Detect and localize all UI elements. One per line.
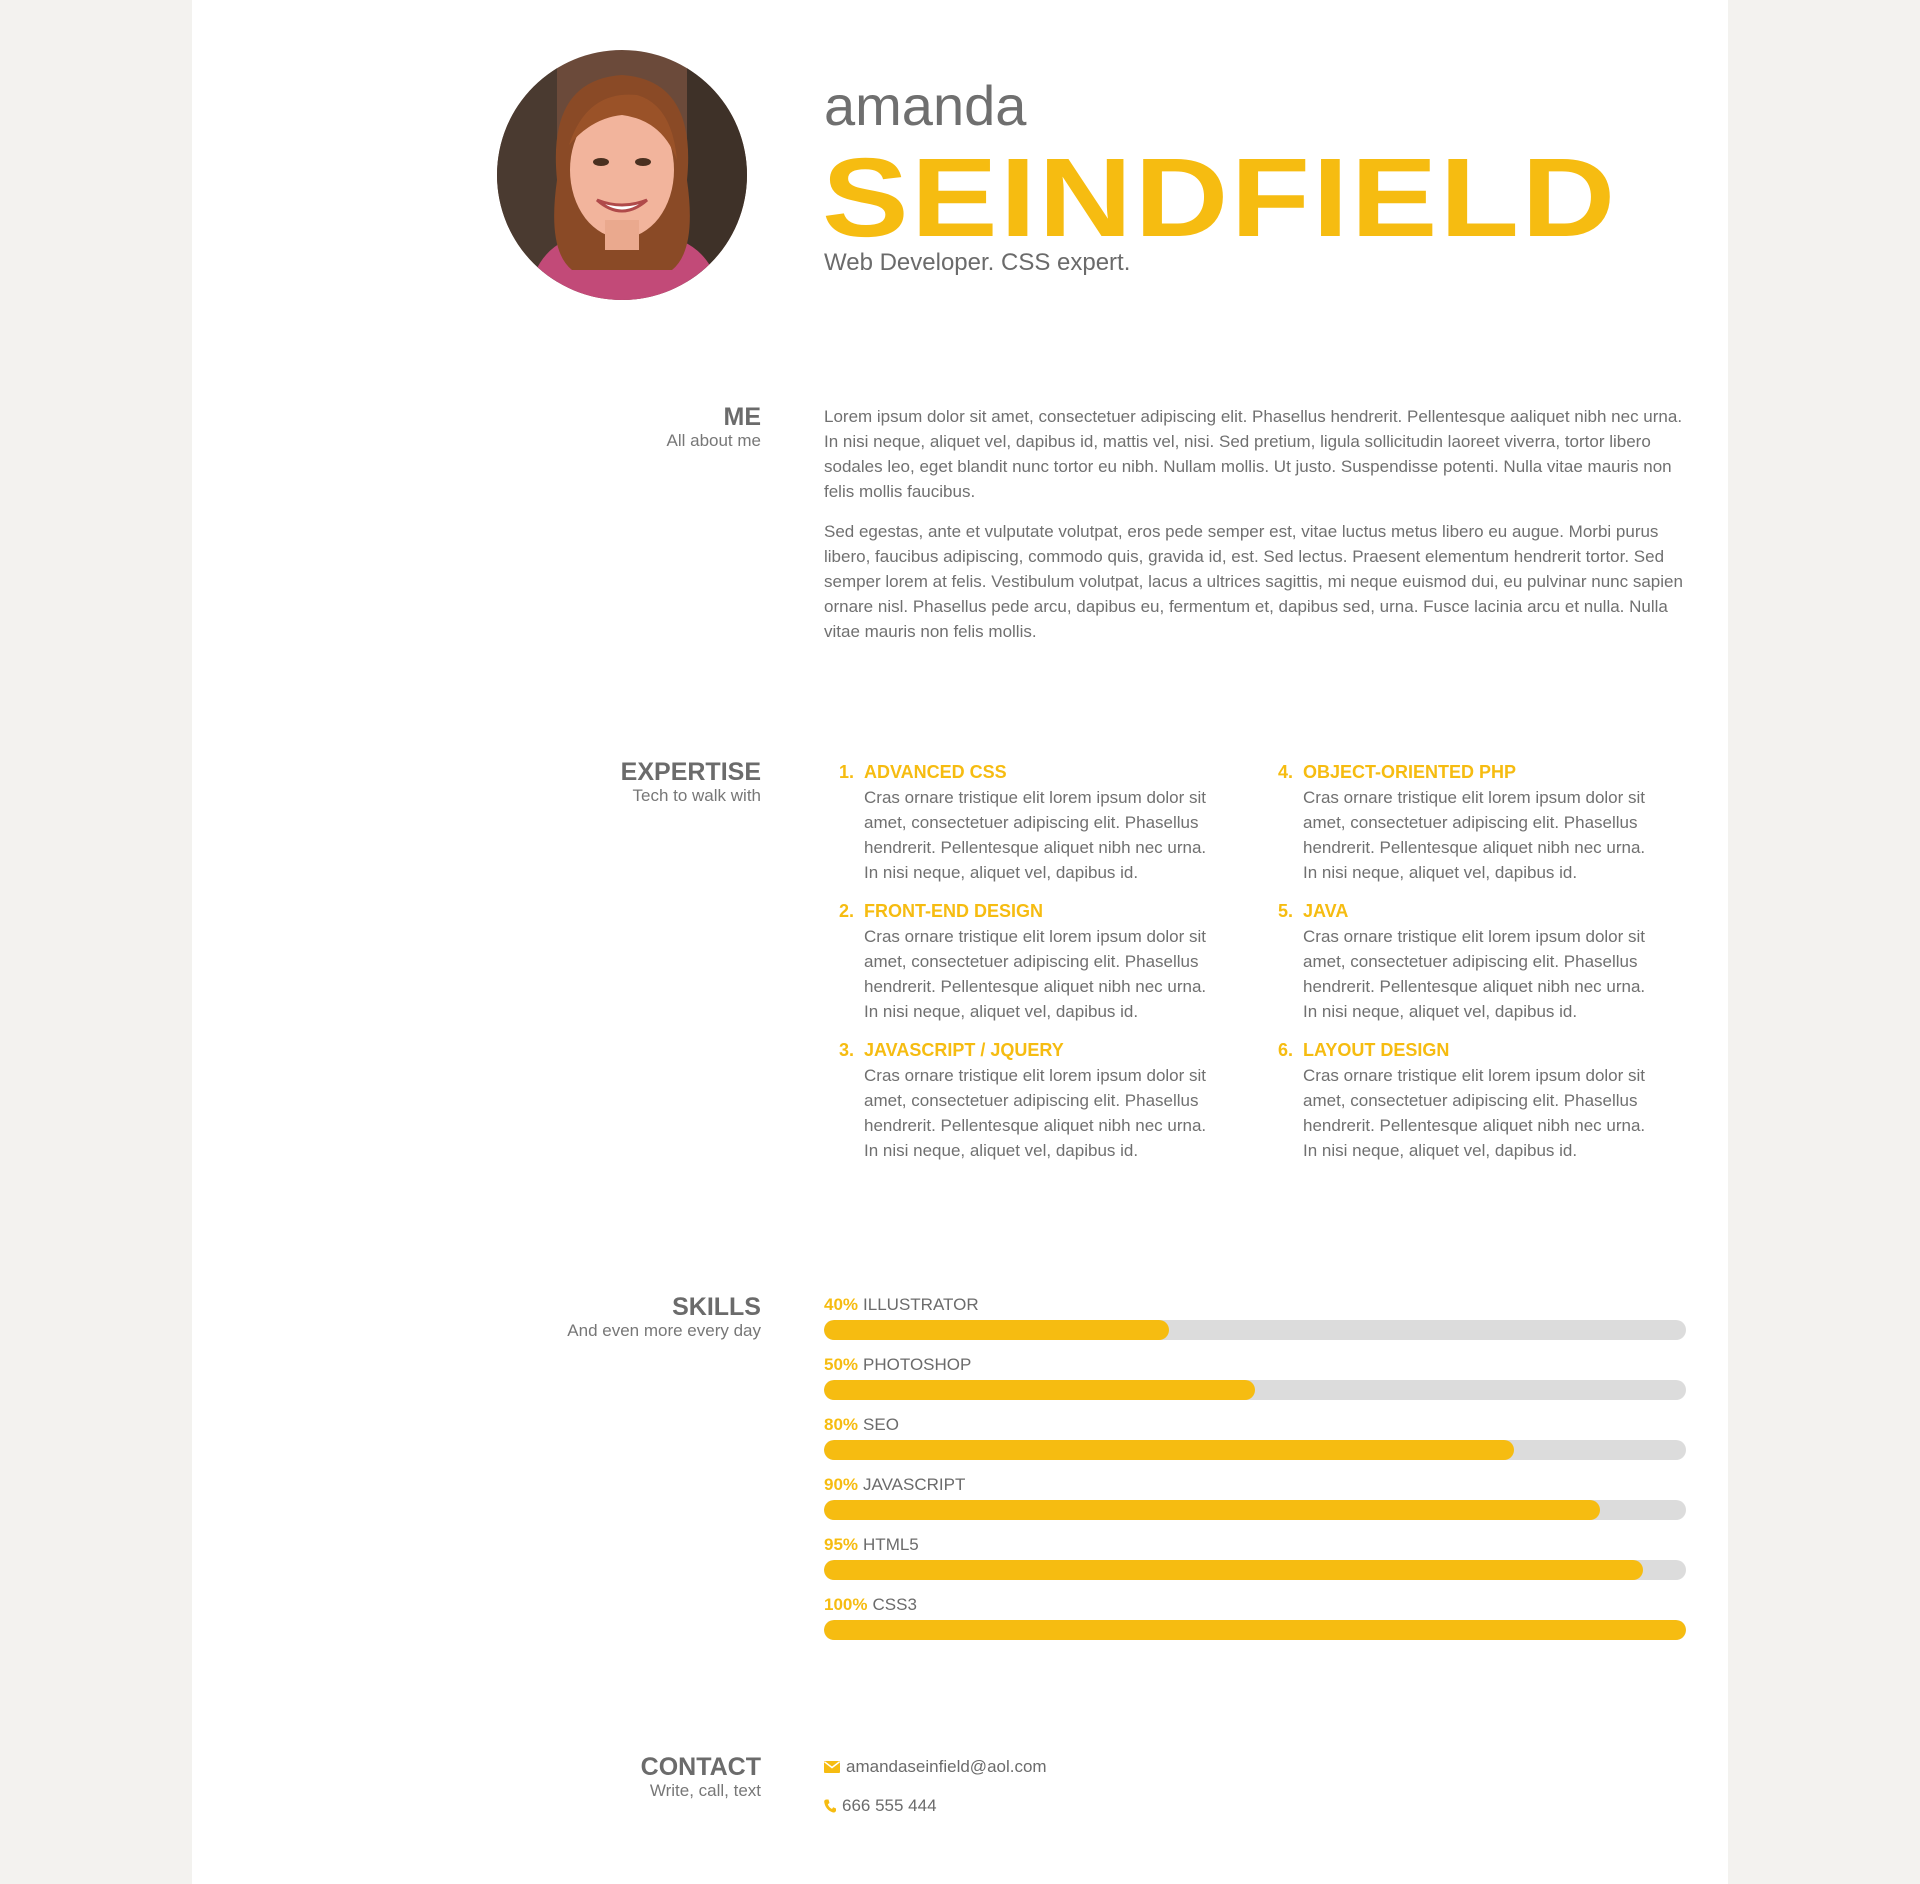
expertise-description: Cras ornare tristique elit lorem ipsum d… xyxy=(1303,927,1646,1021)
contact-phone-text[interactable]: 666 555 444 xyxy=(842,1795,937,1817)
expertise-number: 1. xyxy=(839,762,855,782)
contact-list: amandaseinfield@aol.com 666 555 444 xyxy=(824,1756,1047,1834)
skills-list: 40% ILLUSTRATOR 50% PHOTOSHOP 80% SEO 90% JA… xyxy=(824,1294,1686,1654)
skill-percent: 90% xyxy=(824,1475,859,1494)
expertise-number: 3. xyxy=(839,1040,855,1060)
skill-progress-fill xyxy=(824,1620,1686,1640)
skill-name: ILLUSTRATOR xyxy=(863,1295,979,1314)
section-subtitle: And even more every day xyxy=(567,1321,761,1340)
skill-name: PHOTOSHOP xyxy=(863,1355,972,1374)
skill-progress-bar xyxy=(824,1500,1686,1520)
expertise-item: 1. ADVANCED CSS Cras ornare tristique eli… xyxy=(824,761,1224,885)
skill-item: 50% PHOTOSHOP xyxy=(824,1354,1686,1414)
skill-progress-bar xyxy=(824,1560,1686,1580)
section-header-contact: CONTACT Write, call, text xyxy=(461,1754,761,1802)
skill-percent: 100% xyxy=(824,1595,868,1614)
section-title: CONTACT xyxy=(640,1753,761,1781)
about-paragraph: Sed egestas, ante et vulputate volutpat,… xyxy=(824,522,1683,641)
contact-email[interactable]: amandaseinfield@aol.com xyxy=(824,1756,1047,1778)
skill-progress-fill xyxy=(824,1500,1600,1520)
expertise-title: ADVANCED CSS xyxy=(864,762,1007,782)
skill-progress-bar xyxy=(824,1620,1686,1640)
expertise-description: Cras ornare tristique elit lorem ipsum d… xyxy=(1303,788,1646,882)
skill-progress-bar xyxy=(824,1440,1686,1460)
skill-name: JAVASCRIPT xyxy=(863,1475,966,1494)
skill-name: SEO xyxy=(863,1415,899,1434)
expertise-number: 4. xyxy=(1278,762,1294,782)
expertise-number: 5. xyxy=(1278,901,1294,921)
expertise-description: Cras ornare tristique elit lorem ipsum d… xyxy=(864,1066,1207,1160)
expertise-item: 6. LAYOUT DESIGN Cras ornare tristique el… xyxy=(1263,1039,1663,1163)
skill-item: 80% SEO xyxy=(824,1414,1686,1474)
section-subtitle: Tech to walk with xyxy=(632,786,762,805)
skill-progress-fill xyxy=(824,1320,1169,1340)
expertise-item: 3. JAVASCRIPT / JQUERY Cras ornare tristi… xyxy=(824,1039,1224,1163)
expertise-column-left: 1. ADVANCED CSS Cras ornare tristique eli… xyxy=(824,761,1224,1178)
expertise-description: Cras ornare tristique elit lorem ipsum d… xyxy=(864,788,1207,882)
contact-email-text[interactable]: amandaseinfield@aol.com xyxy=(846,1756,1047,1778)
skill-item: 90% JAVASCRIPT xyxy=(824,1474,1686,1534)
skill-percent: 50% xyxy=(824,1355,859,1374)
expertise-title: LAYOUT DESIGN xyxy=(1303,1040,1450,1060)
about-text: Lorem ipsum dolor sit amet, consectetuer… xyxy=(824,404,1686,659)
skill-progress-fill xyxy=(824,1560,1643,1580)
section-title: ME xyxy=(723,403,762,431)
profile-photo xyxy=(497,50,747,300)
section-title: EXPERTISE xyxy=(620,758,761,786)
expertise-item: 4. OBJECT-ORIENTED PHP Cras ornare tristi… xyxy=(1263,761,1663,885)
expertise-title: FRONT-END DESIGN xyxy=(864,901,1044,921)
skill-item: 40% ILLUSTRATOR xyxy=(824,1294,1686,1354)
skill-progress-bar xyxy=(824,1380,1686,1400)
section-title: SKILLS xyxy=(672,1293,761,1321)
expertise-description: Cras ornare tristique elit lorem ipsum d… xyxy=(1303,1066,1646,1160)
tagline: Web Developer. CSS expert. xyxy=(824,249,1131,276)
skill-progress-fill xyxy=(824,1380,1255,1400)
resume-page: amanda SEINDFIELD Web Developer. CSS exp… xyxy=(192,0,1728,1884)
skill-percent: 95% xyxy=(824,1535,859,1554)
first-name: amanda xyxy=(824,74,1027,137)
skill-name: HTML5 xyxy=(863,1535,919,1554)
last-name: SEINDFIELD xyxy=(822,135,1618,260)
expertise-number: 2. xyxy=(839,901,855,921)
section-subtitle: All about me xyxy=(666,431,762,450)
skill-item: 95% HTML5 xyxy=(824,1534,1686,1594)
skill-progress-fill xyxy=(824,1440,1514,1460)
contact-phone[interactable]: 666 555 444 xyxy=(824,1795,1047,1817)
skill-percent: 40% xyxy=(824,1295,859,1314)
expertise-description: Cras ornare tristique elit lorem ipsum d… xyxy=(864,927,1207,1021)
skill-percent: 80% xyxy=(824,1415,859,1434)
expertise-title: JAVASCRIPT / JQUERY xyxy=(864,1040,1064,1060)
section-header-expertise: EXPERTISE Tech to walk with xyxy=(461,759,761,807)
expertise-item: 5. JAVA Cras ornare tristique elit lorem … xyxy=(1263,900,1663,1024)
expertise-item: 2. FRONT-END DESIGN Cras ornare tristique… xyxy=(824,900,1224,1024)
about-paragraph: Lorem ipsum dolor sit amet, consectetuer… xyxy=(824,407,1683,501)
section-header-skills: SKILLS And even more every day xyxy=(461,1294,761,1342)
expertise-title: JAVA xyxy=(1303,901,1349,921)
envelope-icon xyxy=(824,1761,840,1773)
skill-item: 100% CSS3 xyxy=(824,1594,1686,1654)
skill-name: CSS3 xyxy=(872,1595,917,1614)
expertise-number: 6. xyxy=(1278,1040,1294,1060)
expertise-column-right: 4. OBJECT-ORIENTED PHP Cras ornare tristi… xyxy=(1263,761,1663,1178)
expertise-title: OBJECT-ORIENTED PHP xyxy=(1303,762,1517,782)
phone-icon xyxy=(824,1799,836,1813)
section-header-me: ME All about me xyxy=(461,403,762,452)
section-subtitle: Write, call, text xyxy=(649,1781,761,1800)
skill-progress-bar xyxy=(824,1320,1686,1340)
